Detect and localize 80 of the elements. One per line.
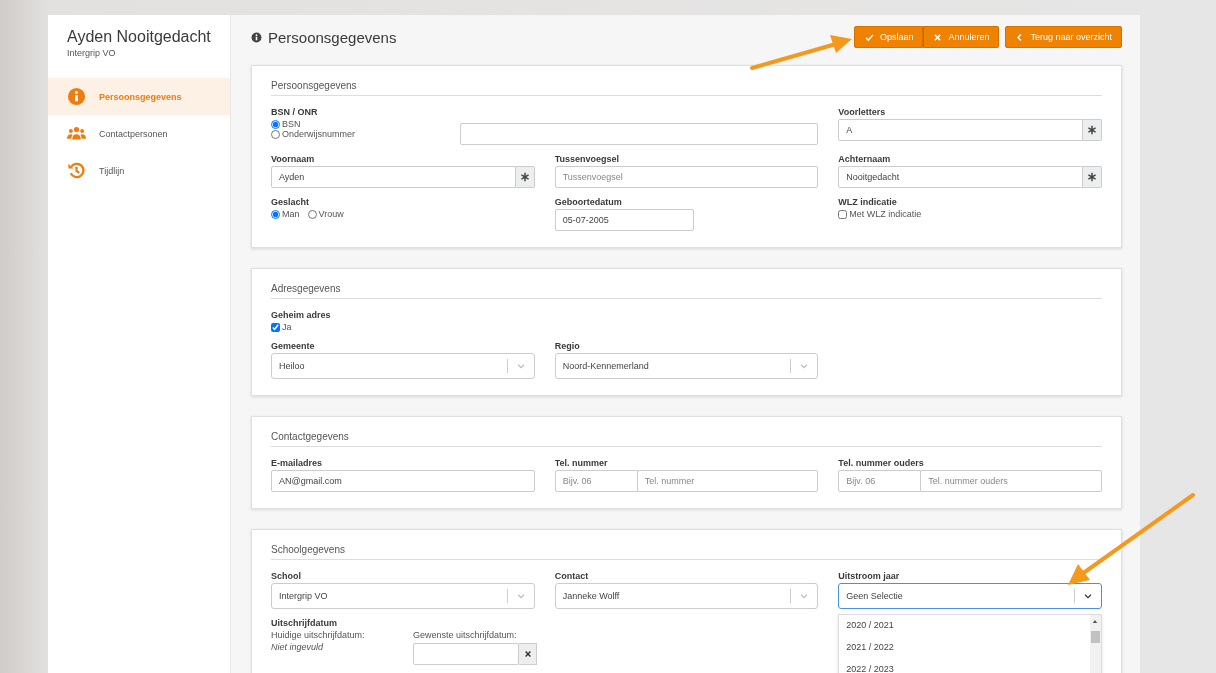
date-field[interactable] [413, 643, 519, 665]
field-caption: Huidige uitschrijfdatum: [271, 630, 366, 640]
radio-option[interactable]: Vrouw [307, 209, 344, 219]
radio-option[interactable]: Onderwijsnummer [271, 129, 356, 139]
checkbox-option[interactable]: Met WLZ indicatie [838, 209, 922, 219]
radio-option[interactable]: BSN [271, 119, 356, 129]
chevron-down-icon [799, 361, 810, 371]
field-label: School [271, 571, 302, 581]
field-label: Gemeente [271, 341, 316, 351]
history-icon [67, 161, 86, 180]
section-title: Persoonsgegevens [271, 80, 1102, 96]
asterisk-icon [1087, 125, 1097, 135]
info-icon [67, 87, 86, 106]
field-value: Niet ingevuld [271, 642, 325, 652]
field-label: Uitschrijfdatum [271, 618, 338, 628]
chevron-down-icon [1083, 591, 1093, 601]
phone-field[interactable]: Tel. nummer ouders [920, 470, 1102, 492]
field-label: Tussenvoegsel [554, 154, 620, 164]
select-field[interactable]: Janneke Wolff [554, 583, 819, 609]
prefix-field[interactable]: Bijv. 06 [554, 470, 638, 492]
input-field[interactable]: Tussenvoegsel [554, 166, 819, 188]
asterisk-icon [1087, 172, 1097, 182]
student-name: Ayden Nooitgedacht [67, 28, 211, 46]
field-label: Tel. nummer [554, 458, 609, 468]
scroll-up-icon[interactable] [1092, 619, 1099, 624]
checkbox[interactable] [838, 209, 848, 219]
field-label: Tel. nummer ouders [838, 458, 925, 468]
field-label: E-mailadres [271, 458, 324, 468]
section-title: Schoolgegevens [271, 544, 1102, 560]
close-icon [523, 650, 532, 658]
section-title: Adresgegevens [271, 283, 1102, 299]
input-field[interactable]: Ayden [271, 166, 516, 188]
field-label: Voorletters [838, 107, 887, 117]
chevron-down-icon [515, 361, 526, 371]
radio-button[interactable] [271, 129, 280, 139]
field-label: WLZ indicatie [838, 197, 898, 207]
field-label: BSN / ONR [271, 107, 319, 117]
date-field[interactable]: 05-07-2005 [554, 209, 694, 231]
field-label: Regio [554, 341, 581, 351]
people-icon [67, 124, 86, 143]
field-label: Geslacht [271, 197, 311, 207]
radio-button[interactable] [307, 209, 317, 219]
dropdown-option[interactable]: 2022 / 2023 [839, 659, 1090, 673]
phone-field[interactable]: Tel. nummer [636, 470, 819, 492]
select-field[interactable]: Noord-Kennemerland [554, 353, 819, 379]
section-title: Contactgegevens [271, 431, 1102, 447]
check-icon [864, 32, 874, 42]
scrollbar[interactable] [1090, 615, 1101, 673]
field-label: Achternaam [838, 154, 892, 164]
sidebar-item[interactable]: Contactpersonen [48, 115, 230, 152]
info-icon [251, 31, 262, 43]
radio-button[interactable] [271, 209, 280, 219]
radio-option[interactable]: Man [271, 209, 300, 219]
radio-button[interactable] [271, 119, 280, 129]
close-icon [933, 32, 943, 42]
field-label: Geheim adres [271, 310, 332, 320]
clear-button[interactable] [519, 643, 537, 665]
organization-name: Intergrip VO [67, 48, 117, 58]
input-field[interactable]: AN@gmail.com [271, 470, 535, 492]
field-label: Geboortedatum [554, 197, 623, 207]
checkbox-option[interactable]: Ja [271, 322, 292, 332]
input-field[interactable] [459, 123, 819, 145]
select-field[interactable]: Intergrip VO [271, 583, 535, 609]
input-field[interactable]: Nooitgedacht [838, 166, 1083, 188]
field-label: Contact [554, 571, 590, 581]
dropdown-option[interactable]: 2021 / 2022 [839, 637, 1090, 659]
select-field[interactable]: Heiloo [271, 353, 535, 379]
field-label: Voornaam [271, 154, 316, 164]
checkbox[interactable] [271, 322, 280, 332]
field-label: Uitstroom jaar [838, 571, 901, 581]
select-field[interactable]: Geen Selectie [838, 583, 1102, 609]
sidebar-item[interactable]: Tijdlijn [48, 152, 230, 189]
input-field[interactable]: A [838, 119, 1083, 141]
asterisk-icon [519, 172, 530, 182]
dropdown-option[interactable]: 2020 / 2021 [839, 615, 1090, 637]
chevron-down-icon [515, 591, 526, 601]
chevron-down-icon [799, 591, 810, 601]
prefix-field[interactable]: Bijv. 06 [838, 470, 922, 492]
field-caption: Gewenste uitschrijfdatum: [413, 630, 518, 640]
page-title: Persoonsgegevens [268, 28, 397, 46]
